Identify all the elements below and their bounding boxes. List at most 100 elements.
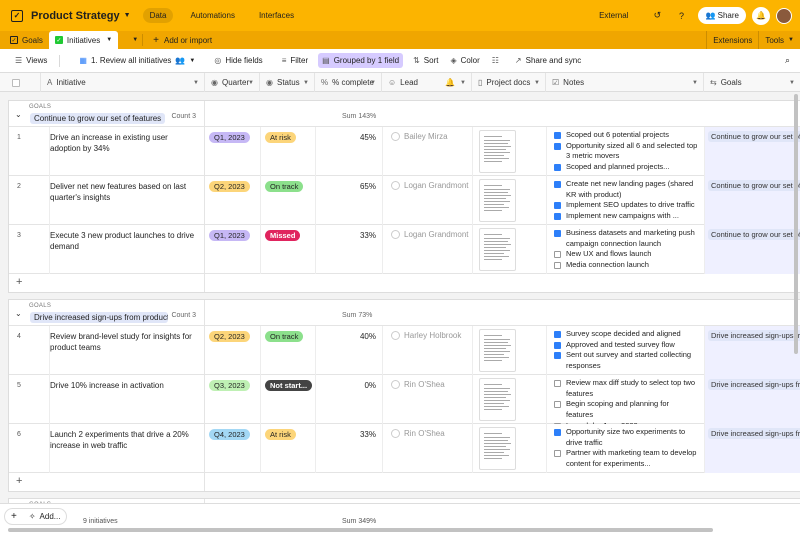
goals-cell[interactable]: Drive increased sign-ups from product [705, 326, 800, 375]
checkbox[interactable] [554, 352, 561, 360]
column-header-lead[interactable]: ☺ Lead 🔔 ▼ [382, 73, 472, 92]
percent-complete-cell[interactable]: 0% [316, 375, 383, 424]
status-cell[interactable]: On track [261, 326, 316, 375]
project-docs-cell[interactable] [473, 176, 547, 225]
goals-cell[interactable]: Drive increased sign-ups from product [705, 424, 800, 473]
status-cell[interactable]: Not start... [261, 375, 316, 424]
more-tables-chevron-icon[interactable]: ▼ [132, 37, 138, 43]
chevron-down-icon[interactable]: ▼ [370, 80, 376, 86]
add-record-button[interactable]: + ✧ Add... [4, 508, 68, 525]
project-docs-cell[interactable] [473, 127, 547, 176]
chevron-down-icon[interactable]: ▼ [248, 80, 254, 86]
filter-button[interactable]: ≡ Filter [278, 53, 312, 68]
checkbox[interactable] [554, 401, 561, 409]
share-button[interactable]: 👥 Share [698, 7, 746, 24]
table-row[interactable]: 3 Execute 3 new product launches to drive… [9, 225, 800, 274]
checkbox[interactable] [554, 181, 561, 188]
document-thumbnail[interactable] [479, 179, 516, 222]
goals-cell[interactable]: Drive increased sign-ups from product [705, 375, 800, 424]
notifications-bell-icon[interactable]: 🔔 [752, 6, 770, 25]
checkbox[interactable] [554, 450, 561, 458]
group-header[interactable]: GOALS ⌄ Drive increased sign-ups from prod… [9, 300, 800, 326]
initiative-cell[interactable]: Drive 10% increase in activation [50, 375, 205, 424]
tab-goals[interactable]: ✓ Goals [0, 31, 49, 49]
table-row[interactable]: 1 Drive an increase in existing user adop… [9, 127, 800, 176]
quarter-cell[interactable]: Q3, 2023 [205, 375, 261, 424]
tools-button[interactable]: Tools ▼ [758, 31, 800, 49]
initiative-cell[interactable]: Launch 2 experiments that drive a 20% in… [50, 424, 205, 473]
history-icon[interactable]: ↺ [650, 9, 664, 23]
document-thumbnail[interactable] [479, 228, 516, 271]
notes-cell[interactable]: Business datasets and marketing push cam… [547, 225, 705, 274]
status-cell[interactable]: At risk [261, 424, 316, 473]
status-cell[interactable]: At risk [261, 127, 316, 176]
linked-goal-chip[interactable]: Continue to grow our set of features [708, 180, 800, 191]
share-and-sync-button[interactable]: ↗ Share and sync [511, 53, 585, 68]
user-avatar[interactable] [776, 7, 792, 24]
checkbox[interactable] [554, 262, 561, 270]
column-header-notes[interactable]: ☑ Notes ▼ [546, 73, 704, 92]
percent-complete-cell[interactable]: 33% [316, 424, 383, 473]
notes-cell[interactable]: Scoped out 6 potential projects Opportuni… [547, 127, 705, 176]
notes-cell[interactable]: Review max diff study to select top two … [547, 375, 705, 424]
chevron-down-icon[interactable]: ▼ [460, 80, 466, 86]
project-docs-cell[interactable] [473, 326, 547, 375]
chevron-down-icon[interactable]: ▼ [124, 12, 131, 19]
goals-cell[interactable]: Continue to grow our set of features [705, 225, 800, 274]
percent-complete-cell[interactable]: 40% [316, 326, 383, 375]
table-row[interactable]: 5 Drive 10% increase in activation Q3, 202… [9, 375, 800, 424]
percent-complete-cell[interactable]: 65% [316, 176, 383, 225]
goals-cell[interactable]: Continue to grow our set of features [705, 176, 800, 225]
lead-cell[interactable]: Bailey Mirza [383, 127, 473, 176]
quarter-cell[interactable]: Q2, 2023 [205, 176, 261, 225]
search-icon[interactable]: ⌕ [785, 55, 790, 66]
base-title[interactable]: Product Strategy [31, 10, 120, 22]
checkbox[interactable] [554, 331, 561, 338]
linked-goal-chip[interactable]: Continue to grow our set of features [708, 131, 800, 142]
views-button[interactable]: ☰ Views [11, 53, 51, 68]
add-row-button[interactable]: + [9, 274, 800, 292]
checkbox[interactable] [554, 202, 561, 210]
percent-complete-cell[interactable]: 33% [316, 225, 383, 274]
column-header-percent-complete[interactable]: %% complete ▼ [315, 73, 382, 92]
lead-cell[interactable]: Logan Grandmont [383, 225, 473, 274]
checkbox[interactable] [554, 213, 561, 221]
goals-cell[interactable]: Continue to grow our set of features [705, 127, 800, 176]
select-all-checkbox[interactable] [12, 78, 20, 87]
lead-cell[interactable]: Logan Grandmont [383, 176, 473, 225]
group-header[interactable]: GOALS ⌄ Continue to grow our set of featur… [9, 101, 800, 127]
quarter-cell[interactable]: Q1, 2023 [205, 225, 261, 274]
checkbox[interactable] [554, 142, 561, 150]
document-thumbnail[interactable] [479, 130, 516, 173]
status-cell[interactable]: On track [261, 176, 316, 225]
group-button[interactable]: ▤ Grouped by 1 field [318, 53, 404, 68]
add-or-import-button[interactable]: + Add or import [147, 31, 218, 49]
chevron-down-icon[interactable]: ▼ [193, 80, 199, 86]
lead-cell[interactable]: Rin O'Shea [383, 375, 473, 424]
column-header-initiative[interactable]: A Initiative ▼ [41, 73, 205, 92]
column-header-status[interactable]: ◉ Status ▼ [260, 73, 315, 92]
quarter-cell[interactable]: Q1, 2023 [205, 127, 261, 176]
column-header-goals[interactable]: ⇆ Goals ▼ [704, 73, 800, 92]
column-header-quarter[interactable]: ◉ Quarter ▼ [205, 73, 260, 92]
checkbox[interactable] [554, 251, 561, 259]
base-logo-icon[interactable]: ✓ [11, 9, 23, 22]
project-docs-cell[interactable] [473, 375, 547, 424]
nav-interfaces[interactable]: Interfaces [252, 8, 301, 23]
notes-cell[interactable]: Opportunity size two experiments to driv… [547, 424, 705, 473]
checkbox[interactable] [554, 429, 561, 436]
linked-goal-chip[interactable]: Drive increased sign-ups from product [708, 428, 800, 439]
chevron-down-icon[interactable]: ▼ [534, 80, 540, 86]
checkbox[interactable] [554, 380, 561, 387]
linked-goal-chip[interactable]: Drive increased sign-ups from product [708, 330, 800, 341]
document-thumbnail[interactable] [479, 427, 516, 470]
lead-cell[interactable]: Rin O'Shea [383, 424, 473, 473]
nav-automations[interactable]: Automations [183, 8, 241, 23]
status-cell[interactable]: Missed [261, 225, 316, 274]
checkbox[interactable] [554, 164, 561, 172]
quarter-cell[interactable]: Q4, 2023 [205, 424, 261, 473]
chevron-down-icon[interactable]: ▼ [303, 80, 309, 86]
linked-goal-chip[interactable]: Continue to grow our set of features [708, 229, 800, 240]
add-row-button[interactable]: + [9, 473, 800, 491]
chevron-down-icon[interactable]: ▼ [106, 37, 112, 43]
